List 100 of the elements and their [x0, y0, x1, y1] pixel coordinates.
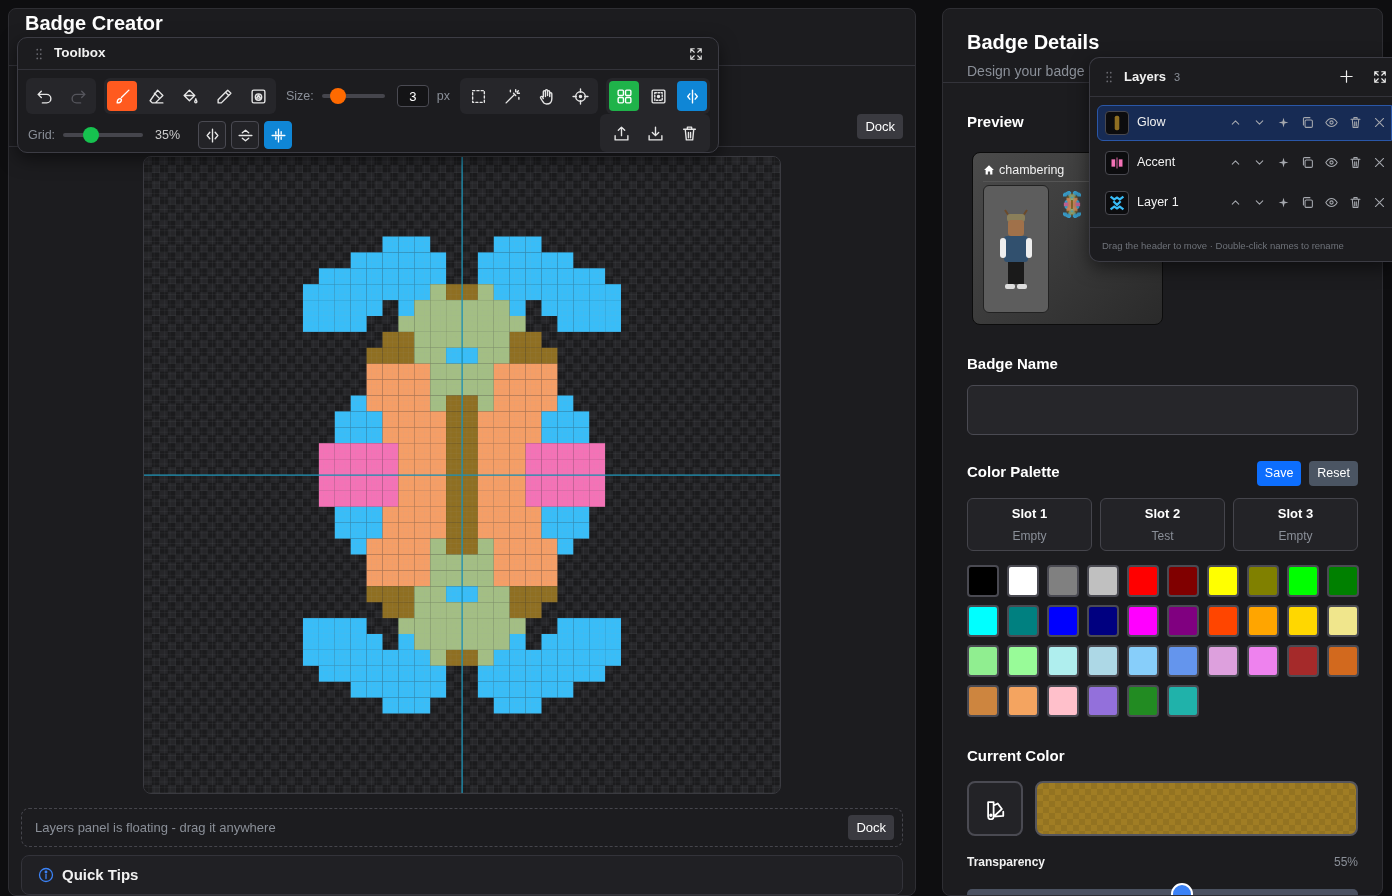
section-heading: Color Palette — [967, 462, 1060, 482]
color-swatch[interactable] — [1247, 564, 1279, 597]
layer-row[interactable]: Glow — [1097, 104, 1392, 141]
brush-button[interactable] — [107, 81, 137, 111]
grid-icon — [615, 87, 633, 105]
size-slider[interactable] — [321, 88, 385, 104]
remove-button[interactable] — [1372, 195, 1387, 210]
color-swatch[interactable] — [1167, 684, 1199, 717]
color-swatch[interactable] — [1047, 604, 1079, 637]
color-swatch[interactable] — [1127, 644, 1159, 677]
color-swatch[interactable] — [1207, 604, 1239, 637]
sparkle-icon — [1277, 156, 1290, 169]
color-swatch[interactable] — [1087, 644, 1119, 677]
duplicate-button[interactable] — [1300, 195, 1315, 210]
color-swatch[interactable] — [1207, 564, 1239, 597]
color-swatch[interactable] — [1167, 604, 1199, 637]
color-swatch[interactable] — [1127, 564, 1159, 597]
color-swatch[interactable] — [1327, 564, 1359, 597]
effects-button[interactable] — [1276, 115, 1291, 130]
color-swatch[interactable] — [1047, 684, 1079, 717]
badge-name-field[interactable] — [967, 385, 1358, 435]
mirror-button[interactable] — [677, 81, 707, 111]
add-layer-button[interactable] — [1338, 68, 1354, 85]
selection-icon — [469, 87, 487, 105]
palette-slot[interactable]: Slot 1 Empty — [967, 497, 1092, 551]
layer-row[interactable]: Layer 1 — [1097, 184, 1392, 221]
visibility-button[interactable] — [1324, 195, 1339, 210]
color-swatch[interactable] — [1087, 604, 1119, 637]
color-swatch[interactable] — [1167, 564, 1199, 597]
visibility-button[interactable] — [1324, 155, 1339, 170]
delete-button[interactable] — [1348, 155, 1363, 170]
palette-slot[interactable]: Slot 3 Empty — [1233, 497, 1358, 551]
color-picker-button[interactable] — [967, 781, 1023, 837]
frame-icon — [649, 87, 667, 105]
trash-icon — [1349, 156, 1362, 169]
layer-name: Layer 1 — [1137, 194, 1179, 212]
color-swatch[interactable] — [1047, 644, 1079, 677]
effects-button[interactable] — [1276, 155, 1291, 170]
close-icon — [1373, 156, 1386, 169]
color-swatch[interactable] — [1327, 644, 1359, 677]
dock-button[interactable]: Dock — [848, 814, 894, 841]
delete-button[interactable] — [1348, 115, 1363, 130]
plus-icon — [1338, 69, 1354, 85]
layer-count: 3 — [1173, 69, 1181, 85]
cross-symmetry-icon — [269, 126, 287, 144]
color-swatch[interactable] — [1287, 644, 1319, 677]
section-heading: Badge Name — [967, 353, 1058, 374]
copy-icon — [1301, 156, 1314, 169]
layer-row[interactable]: Accent — [1097, 144, 1392, 181]
color-swatch[interactable] — [967, 644, 999, 677]
dock-button[interactable]: Dock — [857, 113, 903, 140]
effects-button[interactable] — [1276, 195, 1291, 210]
color-swatch[interactable] — [1287, 564, 1319, 597]
transparency-value: 55% — [1333, 854, 1358, 872]
trash-icon — [1349, 116, 1362, 129]
reset-button[interactable]: Reset — [1309, 461, 1358, 486]
color-swatch[interactable] — [967, 604, 999, 637]
color-swatch[interactable] — [1127, 684, 1159, 717]
color-swatch[interactable] — [1247, 644, 1279, 677]
color-swatch[interactable] — [1007, 564, 1039, 597]
color-swatch[interactable] — [1167, 644, 1199, 677]
copy-icon — [1301, 196, 1314, 209]
duplicate-button[interactable] — [1300, 155, 1315, 170]
color-swatch[interactable] — [1287, 604, 1319, 637]
slider-thumb[interactable] — [330, 88, 347, 104]
vertical-flip-icon — [203, 126, 221, 144]
save-button[interactable]: Save — [1256, 461, 1302, 486]
grid-button[interactable] — [609, 81, 639, 111]
color-swatch[interactable] — [1247, 604, 1279, 637]
color-swatch[interactable] — [1087, 684, 1119, 717]
color-swatch[interactable] — [1007, 644, 1039, 677]
layer-name: Glow — [1137, 114, 1166, 132]
horizontal-button[interactable] — [231, 121, 260, 149]
expand-button[interactable] — [1372, 68, 1388, 85]
grid-opacity-slider[interactable] — [63, 127, 144, 143]
visibility-button[interactable] — [1324, 115, 1339, 130]
expand-button[interactable] — [688, 45, 704, 62]
remove-button[interactable] — [1372, 155, 1387, 170]
palette-slot[interactable]: Slot 2 Test — [1100, 497, 1225, 551]
color-swatch[interactable] — [1207, 644, 1239, 677]
color-swatch[interactable] — [1087, 564, 1119, 597]
color-swatch[interactable] — [1007, 684, 1039, 717]
color-swatch[interactable] — [967, 564, 999, 597]
color-swatch[interactable] — [1127, 604, 1159, 637]
eye-icon — [1325, 196, 1338, 209]
both-button[interactable] — [264, 121, 293, 149]
delete-button[interactable] — [1348, 195, 1363, 210]
badge-thumbnail-drawing — [1063, 191, 1081, 219]
color-swatch[interactable] — [1047, 564, 1079, 597]
color-swatch[interactable] — [1327, 604, 1359, 637]
drawing-canvas[interactable] — [143, 156, 781, 795]
color-swatch[interactable] — [967, 684, 999, 717]
vertical-button[interactable] — [198, 121, 227, 149]
sparkle-icon — [1277, 116, 1290, 129]
slider-thumb[interactable] — [83, 127, 100, 143]
remove-button[interactable] — [1372, 115, 1387, 130]
size-input[interactable]: 3 — [396, 85, 429, 107]
color-swatch[interactable] — [1007, 604, 1039, 637]
duplicate-button[interactable] — [1300, 115, 1315, 130]
upload-icon — [612, 124, 630, 142]
